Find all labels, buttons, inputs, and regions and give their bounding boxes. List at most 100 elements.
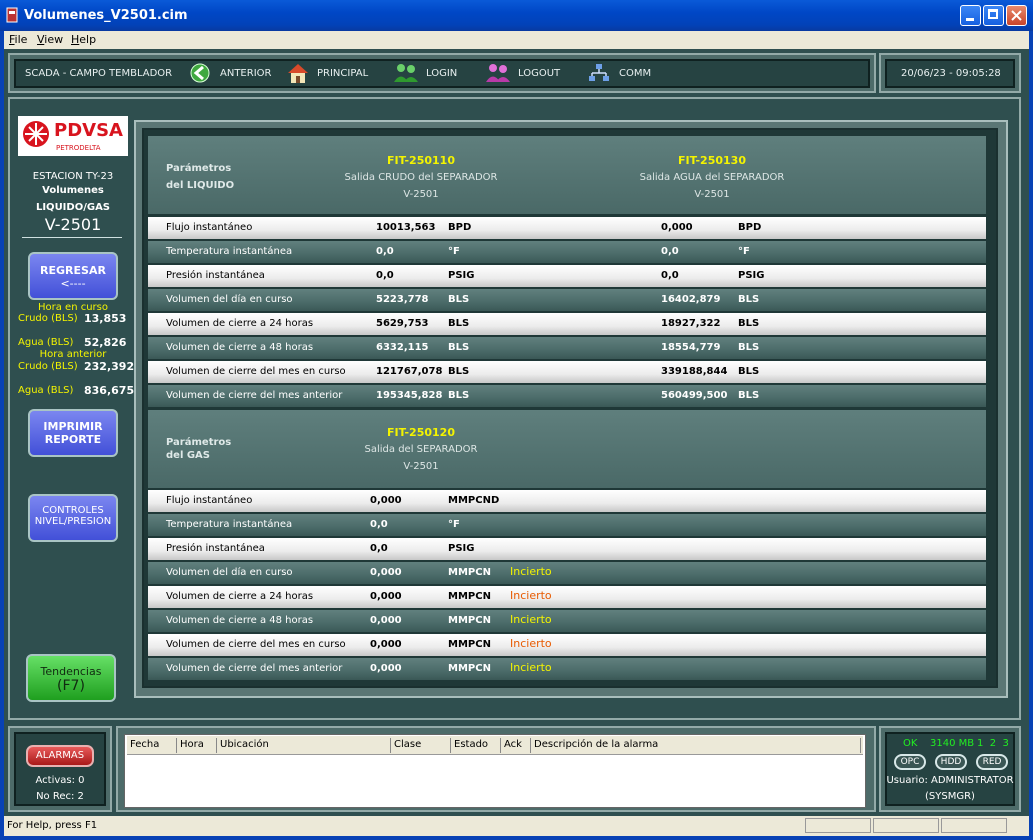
crudo-unit: °F <box>448 246 460 257</box>
row-label: Volumen de cierre del mes anterior <box>166 390 343 401</box>
crudo-value: 121767,078 <box>376 366 443 377</box>
gas-params-label-1: Parámetros <box>166 437 232 448</box>
hora-anterior-label: Hora anterior <box>39 349 107 360</box>
home-icon[interactable] <box>286 62 310 84</box>
tendencias-shortcut-label: (F7) <box>57 678 85 694</box>
liquid-row: Volumen del día en curso 5223,778 BLS 16… <box>148 289 986 311</box>
tag-fit-250120-vessel: V-2501 <box>403 461 439 472</box>
nivel-presion-label: NIVEL/PRESION <box>34 516 112 527</box>
title-bar[interactable]: Volumenes_V2501.cim <box>0 0 1033 31</box>
gas-value: 0,000 <box>370 495 402 506</box>
vessel-label: V-2501 <box>44 215 102 234</box>
nav-login[interactable]: LOGIN <box>426 68 457 79</box>
row-label: Volumen de cierre a 48 horas <box>166 342 314 353</box>
tag-fit-250110-desc: Salida CRUDO del SEPARADOR <box>344 172 498 183</box>
row-label: Flujo instantáneo <box>166 495 253 506</box>
gas-value: 0,000 <box>370 567 402 578</box>
gas-status: Incierto <box>510 613 552 626</box>
hdd-button[interactable]: HDD <box>935 754 967 770</box>
opc-button[interactable]: OPC <box>894 754 926 770</box>
menu-view[interactable]: View <box>37 33 63 46</box>
logout-users-icon[interactable] <box>485 63 511 83</box>
row-label: Presión instantánea <box>166 270 265 281</box>
agua-value: 16402,879 <box>661 294 721 305</box>
agua-value: 0,0 <box>661 270 679 281</box>
crudo-unit: BPD <box>448 222 472 233</box>
maximize-button[interactable] <box>983 5 1004 26</box>
user-label: Usuario: ADMINISTRATOR <box>886 775 1014 786</box>
gas-unit: MMPCN <box>448 663 491 674</box>
nav-principal[interactable]: PRINCIPAL <box>317 68 368 79</box>
status-help-text: For Help, press F1 <box>7 820 98 831</box>
pdvsa-logo: PDVSA PETRODELTA <box>18 116 128 156</box>
agua-value: 18554,779 <box>661 342 721 353</box>
col-fecha[interactable]: Fecha <box>127 738 177 753</box>
datetime: 20/06/23 - 09:05:28 <box>901 68 1001 79</box>
maximize-icon <box>988 9 998 19</box>
row-label: Volumen de cierre a 24 horas <box>166 318 314 329</box>
regresar-button[interactable]: REGRESAR <---- <box>28 252 118 300</box>
alarmas-button[interactable]: ALARMAS <box>26 745 94 767</box>
row-label: Presión instantánea <box>166 543 265 554</box>
crudo-value: 195345,828 <box>376 390 443 401</box>
liquid-params-label-1: Parámetros <box>166 163 232 174</box>
regresar-arrow-label: <---- <box>60 277 86 290</box>
agua-value: 18927,322 <box>661 318 721 329</box>
agua-value: 560499,500 <box>661 390 728 401</box>
imprimir-reporte-button[interactable]: IMPRIMIR REPORTE <box>28 409 118 457</box>
agua-value: 0,000 <box>661 222 693 233</box>
col-ack[interactable]: Ack <box>501 738 531 753</box>
crudo-unit: PSIG <box>448 270 475 281</box>
tag-fit-250130-desc: Salida AGUA del SEPARADOR <box>639 172 785 183</box>
col-clase[interactable]: Clase <box>391 738 451 753</box>
liquid-row: Flujo instantáneo 10013,563 BPD 0,000 BP… <box>148 217 986 239</box>
gas-header: Parámetros del GAS FIT-250120 Salida del… <box>148 410 986 488</box>
gas-unit: °F <box>448 519 460 530</box>
agua-unit: BLS <box>738 390 760 401</box>
alarm-list-header: Fecha Hora Ubicación Clase Estado Ack De… <box>127 736 863 755</box>
system-ok: OK <box>903 738 918 749</box>
reporte-label: REPORTE <box>44 433 102 446</box>
agua-unit: PSIG <box>738 270 765 281</box>
back-arrow-icon[interactable] <box>190 63 212 83</box>
nav-comm[interactable]: COMM <box>619 68 651 79</box>
system-nodes: 1 2 3 <box>977 738 1009 749</box>
gas-unit: MMPCN <box>448 639 491 650</box>
controles-nivel-presion-button[interactable]: CONTROLES NIVEL/PRESION <box>28 494 118 542</box>
nav-logout[interactable]: LOGOUT <box>518 68 560 79</box>
agua-unit: BPD <box>738 222 762 233</box>
crudo-unit: BLS <box>448 318 470 329</box>
row-label: Volumen del día en curso <box>166 567 293 578</box>
crudo-value: 6332,115 <box>376 342 429 353</box>
menu-bar: File View Help <box>4 31 1029 49</box>
user-group: (SYSMGR) <box>925 791 975 802</box>
minimize-button[interactable] <box>960 5 981 26</box>
network-icon[interactable] <box>588 63 610 83</box>
row-label: Volumen de cierre del mes anterior <box>166 663 343 674</box>
menu-help[interactable]: Help <box>71 33 96 46</box>
red-button[interactable]: RED <box>976 754 1008 770</box>
tag-fit-250130: FIT-250130 <box>678 154 746 167</box>
login-users-icon[interactable] <box>393 63 419 83</box>
liquid-row: Volumen de cierre a 48 horas 6332,115 BL… <box>148 337 986 359</box>
tendencias-button[interactable]: Tendencias (F7) <box>26 654 116 702</box>
close-button[interactable] <box>1006 5 1027 26</box>
gas-status: Incierto <box>510 637 552 650</box>
menu-file[interactable]: File <box>9 33 27 46</box>
col-ubicacion[interactable]: Ubicación <box>217 738 391 753</box>
gas-unit: MMPCN <box>448 567 491 578</box>
liquid-header: Parámetros del LIQUIDO FIT-250110 Salida… <box>148 136 986 214</box>
tag-fit-250110-vessel: V-2501 <box>403 189 439 200</box>
col-descripcion[interactable]: Descripción de la alarma <box>531 738 861 753</box>
nav-anterior[interactable]: ANTERIOR <box>220 68 271 79</box>
sidebar-divider <box>22 237 122 238</box>
agua-value: 339188,844 <box>661 366 728 377</box>
col-hora[interactable]: Hora <box>177 738 217 753</box>
controles-label: CONTROLES <box>42 505 104 516</box>
station-label: ESTACION TY-23 <box>32 171 114 182</box>
col-estado[interactable]: Estado <box>451 738 501 753</box>
alarm-list[interactable]: Fecha Hora Ubicación Clase Estado Ack De… <box>124 734 866 808</box>
agua-anterior-value: 836,675 <box>84 384 135 397</box>
logo-subtext: PETRODELTA <box>56 144 101 152</box>
status-bar: For Help, press F1 <box>4 816 1029 836</box>
